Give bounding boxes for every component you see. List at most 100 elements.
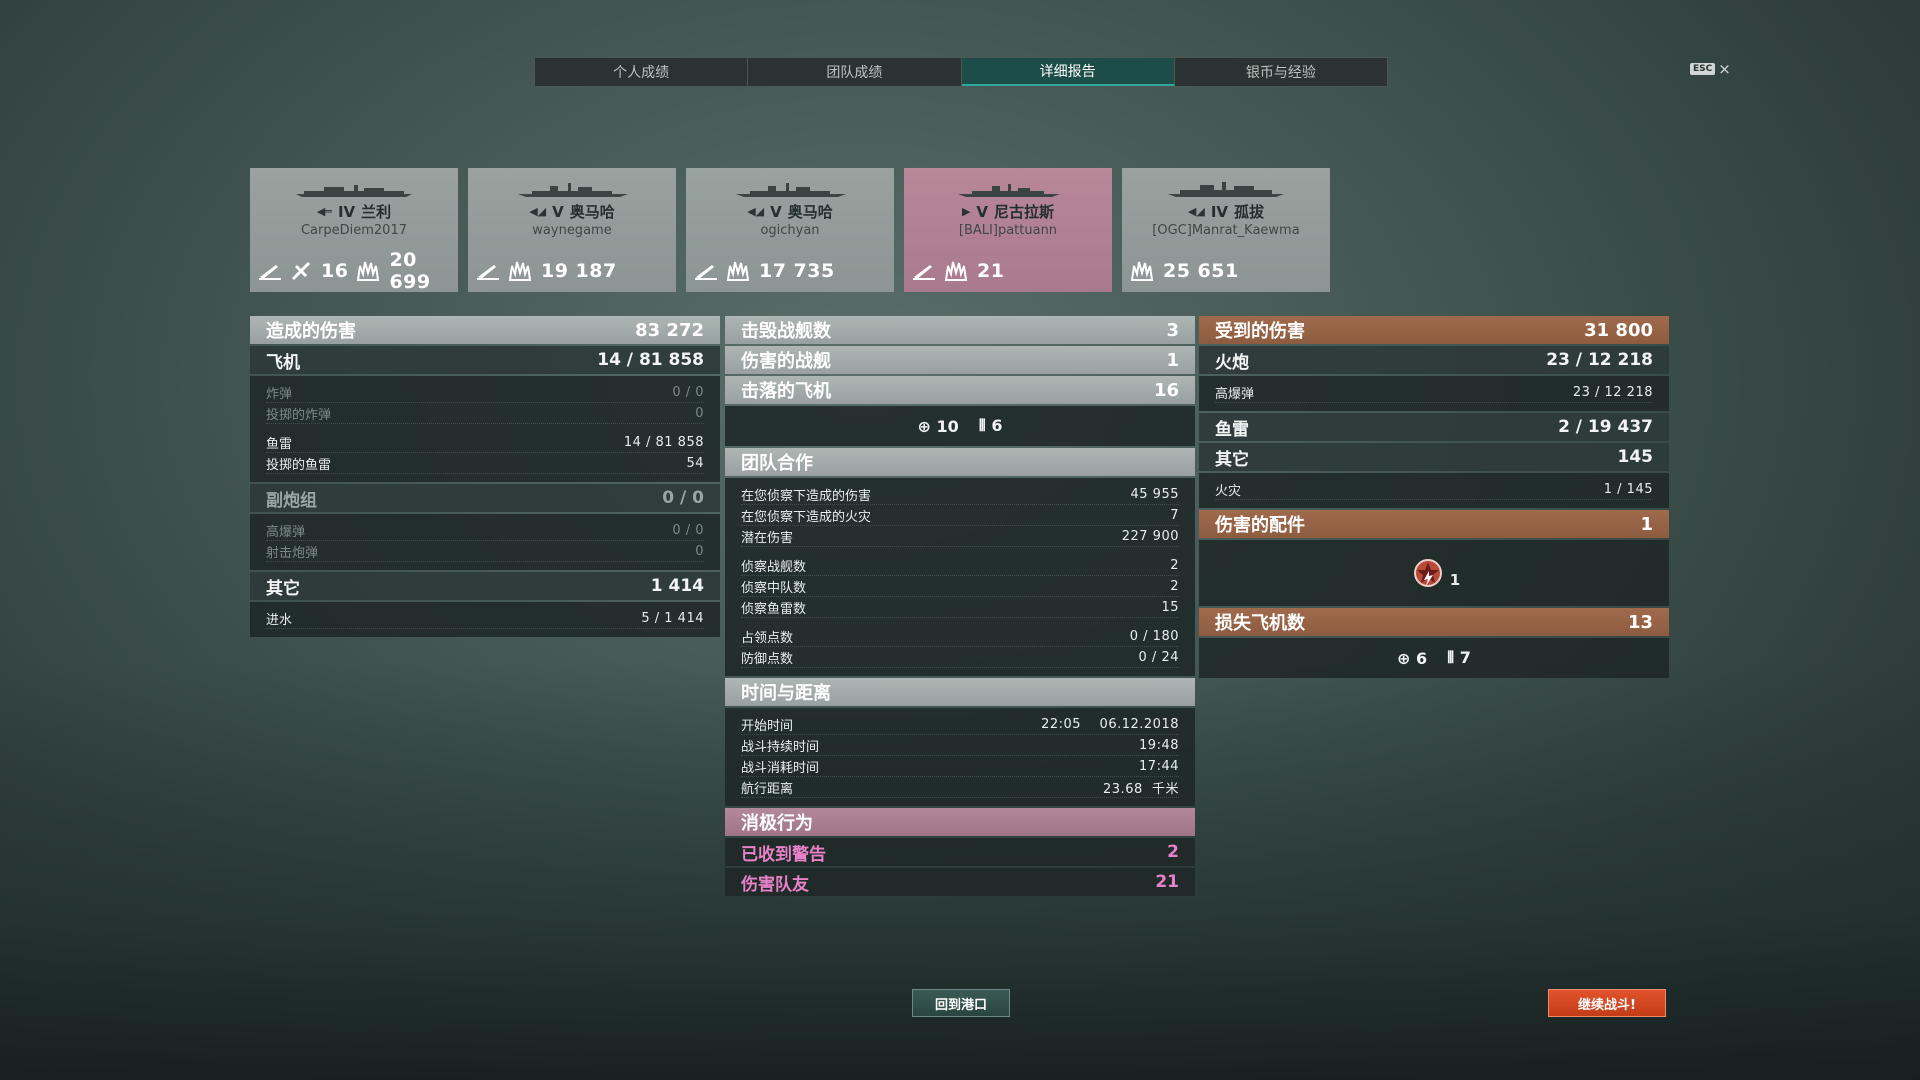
torpedo-hit-icon [258,259,282,283]
damage-received-panel: 受到的伤害 31 800 火炮 23 / 12 218 高爆弹 23 / 12 2… [1199,316,1669,680]
results-tabs: 个人成绩 团队成绩 详细报告 银币与经验 [534,57,1388,87]
teamwork-details: 在您侦察下造成的伤害 45 955 在您侦察下造成的火灾 7 潜在伤害 227 900… [725,478,1195,676]
planes-shot-breakdown: ⊕ 10 ⦀ 6 [725,406,1195,446]
ship-card[interactable]: ◀◢ IV 孤拔 [OGC]Manrat_Kaewma 25 651 [1122,168,1330,292]
damage-icon [1130,259,1154,283]
damage-value: 21 [977,260,1005,282]
ship-title: ◀◢ IV 孤拔 [1122,201,1330,222]
stat-row: 投掷的鱼雷 54 [266,453,704,474]
modules-damaged-breakdown: 1 [1199,540,1669,606]
close-button[interactable]: ESC × [1690,60,1731,78]
card-stats: 19 187 [476,258,670,284]
destroyer-class-icon: ▶ [961,205,971,218]
continue-battle-button[interactable]: 继续战斗! [1548,989,1666,1017]
engine-module-icon [1413,559,1442,587]
ships-damaged-header: 伤害的战舰 1 [725,346,1195,374]
stat-row: 航行距离 23.68 千米 [741,777,1179,798]
stat-row: 进水 5 / 1 414 [266,608,704,629]
team-damage-row: 伤害队友 21 [725,868,1195,896]
bomber-icon: ⦀ [978,416,986,435]
ship-title: ◀═ IV 兰利 [250,201,458,222]
teamwork-header: 团队合作 [725,448,1195,476]
ship-card[interactable]: ◀═ IV 兰利 CarpeDiem2017 16 20 699 [250,168,458,293]
aircraft-details: 炸弹 0 / 0 投掷的炸弹 0 鱼雷 14 / 81 858 投掷的鱼雷 54 [250,376,720,482]
secondary-details: 高爆弹 0 / 0 射击炮弹 0 [250,514,720,570]
torpedo-hit-icon [912,259,936,283]
modules-damaged-header: 伤害的配件 1 [1199,510,1669,538]
ship-name: 孤拔 [1234,203,1265,221]
tab-detailed-report[interactable]: 详细报告 [961,58,1175,86]
damage-icon [944,259,968,283]
stat-row: 侦察鱼雷数 15 [741,597,1179,618]
tab-credits-xp[interactable]: 银币与经验 [1175,58,1387,86]
carrier-class-icon: ◀═ [316,205,332,218]
damage-dealt-value: 83 272 [635,319,704,341]
damage-icon [726,259,750,283]
fighter-icon: ⊕ [917,416,931,436]
tab-team[interactable]: 团队成绩 [748,58,962,86]
stat-row: 在您侦察下造成的伤害 45 955 [741,484,1179,505]
esc-key-label: ESC [1690,63,1716,75]
damage-value: 20 699 [389,249,431,293]
battleship-class-icon: ◀◢ [1187,205,1205,218]
planes-shot-value: 16 [1153,379,1179,401]
planes-shot-header: 击落的飞机 16 [725,376,1195,404]
player-name: [OGC]Manrat_Kaewma [1152,223,1300,238]
time-distance-label: 时间与距离 [741,683,831,704]
planes-lost-header: 损失飞机数 13 [1199,608,1669,636]
fighter-stat: ⊕ 6 [1397,648,1428,668]
ship-name: 奥马哈 [569,203,615,221]
ship-name: 奥马哈 [787,203,833,221]
negative-behavior-header: 消极行为 [725,808,1195,836]
ships-destroyed-label: 击毁战舰数 [741,321,831,342]
stat-row: 在您侦察下造成的火灾 7 [741,505,1179,526]
player-name: CarpeDiem2017 [300,223,407,238]
bomber-stat: ⦀ 7 [1447,648,1471,667]
negative-behavior-label: 消极行为 [741,813,813,834]
ship-tier: V [770,202,782,221]
tab-personal[interactable]: 个人成绩 [535,58,749,86]
cruiser-class-icon: ◀◢ [747,205,765,218]
ship-silhouette-icon [518,183,628,197]
stat-row: 占领点数 0 / 180 [741,626,1179,647]
stat-row: 射击炮弹 0 [266,541,704,562]
damage-dealt-header: 造成的伤害 83 272 [250,316,720,344]
damage-dealt-panel: 造成的伤害 83 272 飞机 14 / 81 858 炸弹 0 / 0 投掷的炸… [250,316,720,639]
damage-icon [508,259,532,283]
battle-stats-panel: 击毁战舰数 3 伤害的战舰 1 击落的飞机 16 ⊕ 10 ⦀ 6 团队合作 在… [725,316,1195,898]
aircraft-value: 14 / 81 858 [597,350,704,370]
ship-card-player[interactable]: ▶ V 尼古拉斯 [BALI]pattuann 21 [904,168,1112,292]
ship-tier: IV [1210,202,1229,221]
torpedo-hit-icon [476,259,500,283]
damage-value: 25 651 [1163,260,1239,282]
ship-card[interactable]: ◀◢ V 奥马哈 waynegame 19 187 [468,168,676,292]
secondary-label: 副炮组 [266,490,317,511]
other-details: 进水 5 / 1 414 [250,602,720,637]
player-name: ogichyan [760,223,820,238]
damage-value: 17 735 [759,260,835,282]
stat-row: 战斗消耗时间 17:44 [741,756,1179,777]
bomber-icon: ⦀ [1447,648,1455,667]
other-subheader: 其它 1 414 [250,572,720,600]
damage-received-header: 受到的伤害 31 800 [1199,316,1669,344]
other-received-subheader: 其它 145 [1199,443,1669,471]
return-to-port-button[interactable]: 回到港口 [912,989,1010,1017]
ship-silhouette-icon [958,184,1060,197]
ships-destroyed-header: 击毁战舰数 3 [725,316,1195,344]
teamwork-label: 团队合作 [741,453,813,474]
secondary-subheader: 副炮组 0 / 0 [250,484,720,512]
fighter-stat: ⊕ 10 [917,416,959,436]
main-battery-subheader: 火炮 23 / 12 218 [1199,346,1669,374]
ship-name: 尼古拉斯 [994,203,1055,221]
card-stats: 17 735 [694,258,888,284]
ships-damaged-value: 1 [1166,349,1179,371]
stat-row: 潜在伤害 227 900 [741,526,1179,547]
stat-row: 火灾 1 / 145 [1215,479,1653,500]
ship-card[interactable]: ◀◢ V 奥马哈 ogichyan 17 735 [686,168,894,292]
ship-title: ▶ V 尼古拉斯 [904,201,1112,222]
time-distance-details: 开始时间 22:05 06.12.2018 战斗持续时间 19:48 战斗消耗时间 1… [725,708,1195,806]
stat-row: 高爆弹 23 / 12 218 [1215,382,1653,403]
ships-damaged-label: 伤害的战舰 [741,351,831,372]
ship-tier: V [976,202,989,221]
warnings-row: 已收到警告 2 [725,838,1195,866]
